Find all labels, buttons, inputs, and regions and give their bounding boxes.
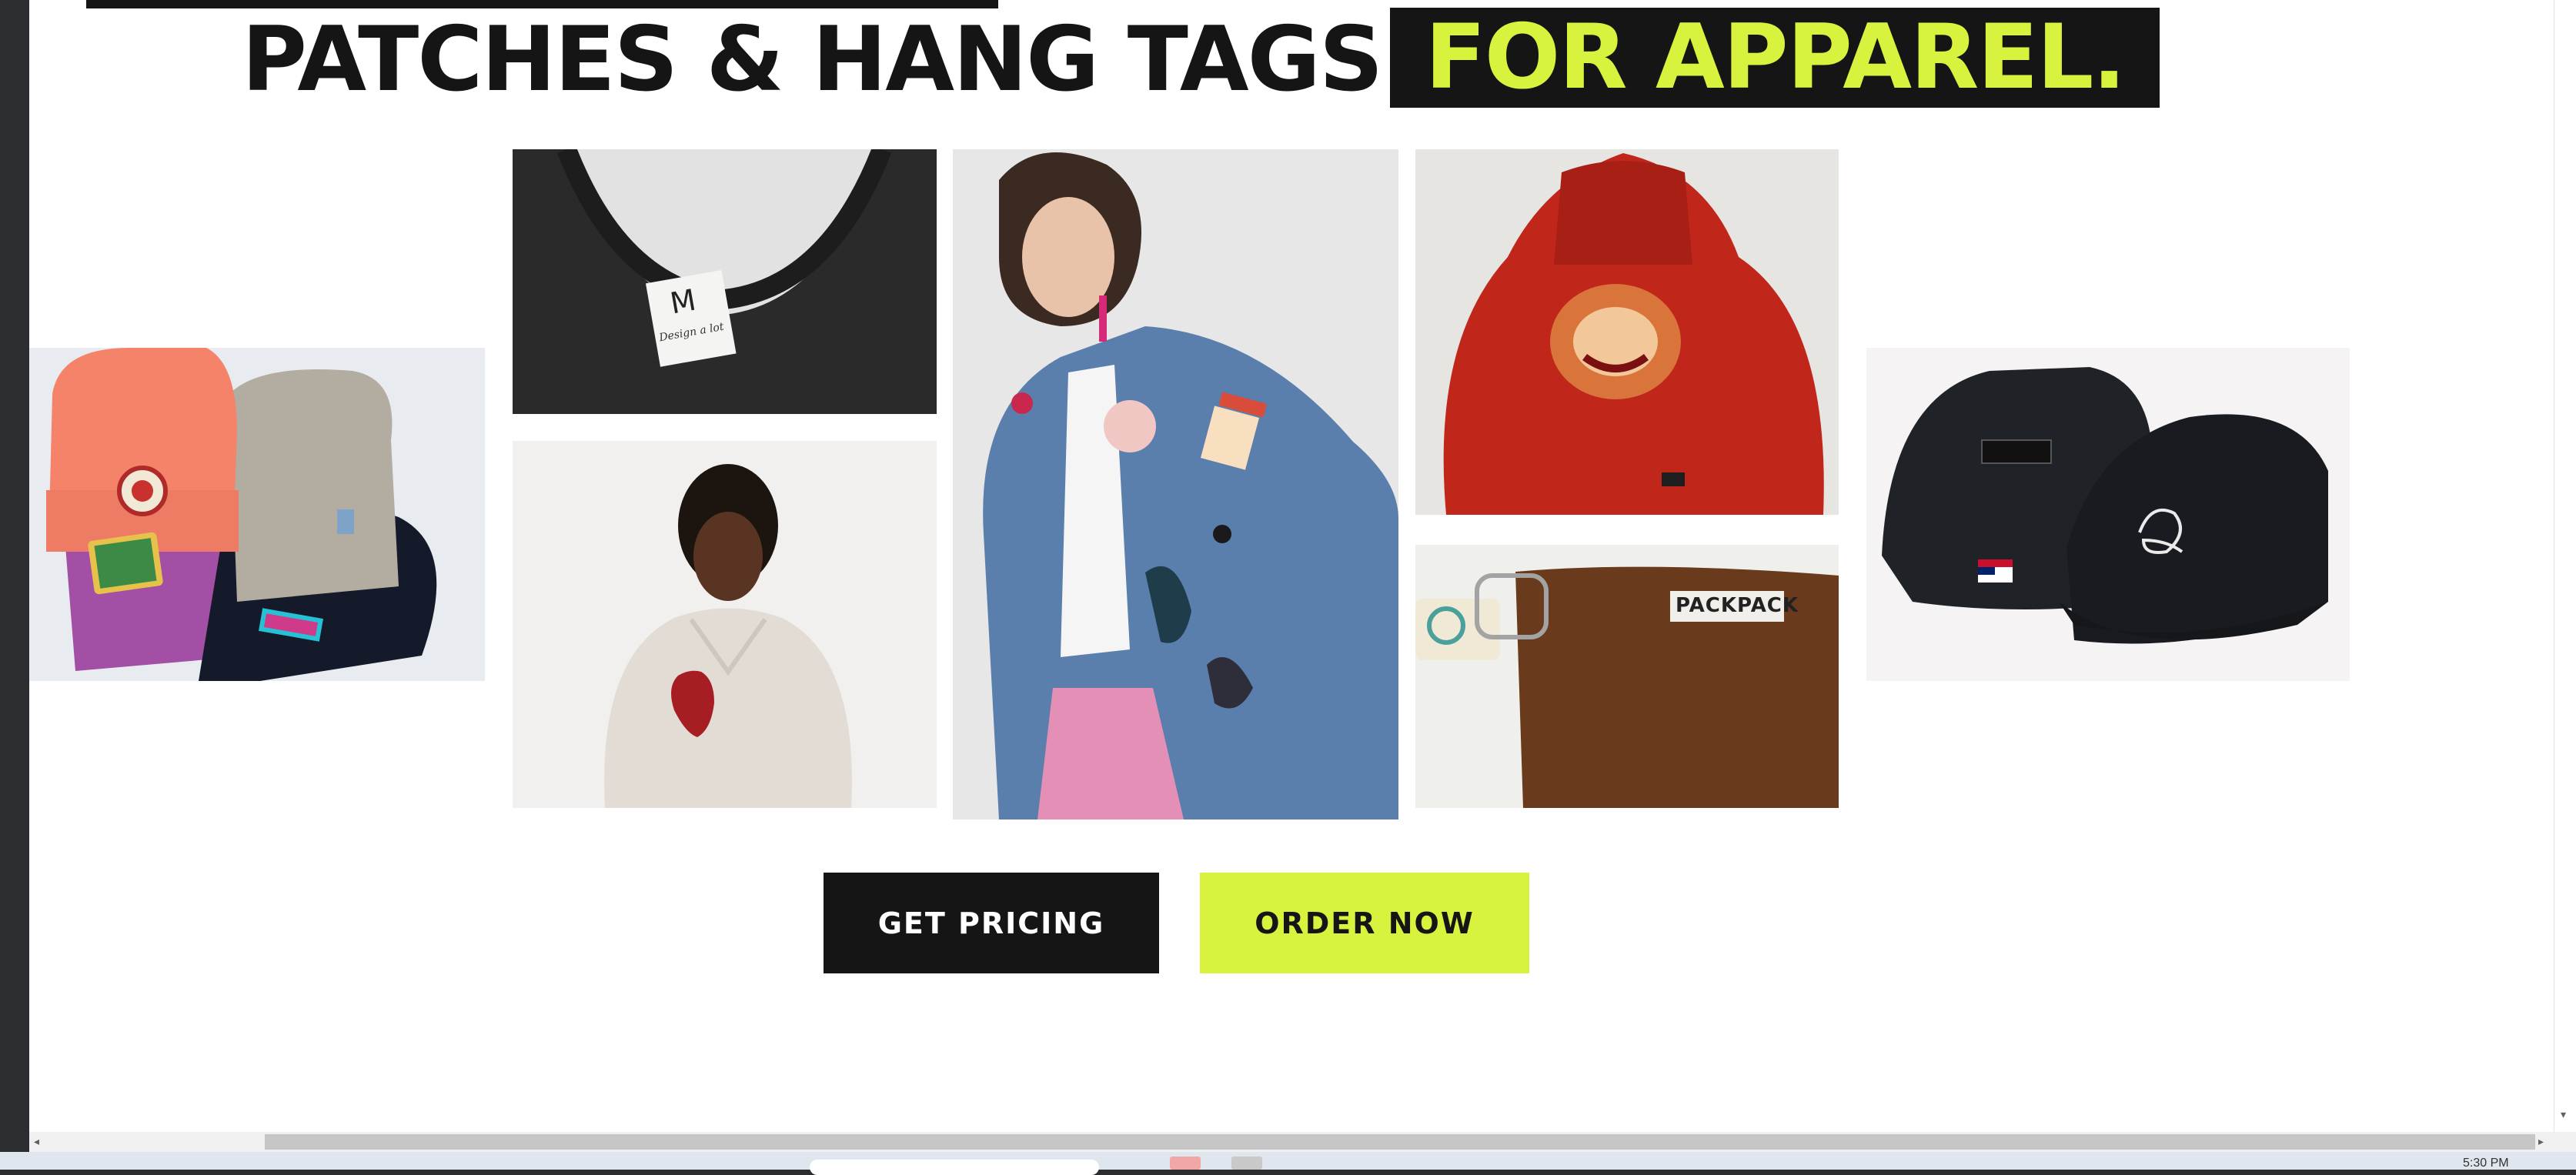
taskbar-app-icon-2[interactable] bbox=[1231, 1157, 1262, 1170]
scroll-left-arrow-icon[interactable]: ◂ bbox=[34, 1135, 39, 1148]
bag-patch-text: PACKPACK bbox=[1676, 594, 1799, 617]
order-now-button[interactable]: ORDER NOW bbox=[1200, 873, 1529, 973]
taskbar-clock: 5:30 PM bbox=[2463, 1157, 2509, 1170]
web-page: PATCHES & HANG TAGS FOR APPAREL. M Desig… bbox=[29, 0, 2554, 1132]
headline-accent-text: FOR APPAREL. bbox=[1390, 8, 2160, 108]
scroll-down-arrow-icon[interactable]: ▾ bbox=[2561, 1108, 2566, 1121]
horizontal-scrollbar[interactable]: ◂ ▸ bbox=[29, 1132, 2576, 1152]
taskbar-app-icon[interactable] bbox=[1170, 1157, 1201, 1170]
horizontal-scroll-thumb[interactable] bbox=[265, 1134, 2535, 1150]
headline: PATCHES & HANG TAGS FOR APPAREL. bbox=[29, 8, 2554, 108]
hoodie-front-photo bbox=[513, 441, 937, 808]
tshirt-label-photo: M Design a lot bbox=[513, 149, 937, 414]
get-pricing-button[interactable]: GET PRICING bbox=[824, 873, 1159, 973]
red-hoodie-tiger-photo bbox=[1415, 149, 1839, 515]
scroll-right-arrow-icon[interactable]: ▸ bbox=[2538, 1135, 2544, 1148]
trucker-caps-photo bbox=[1866, 348, 2350, 681]
taskbar-search-box[interactable] bbox=[810, 1160, 1099, 1175]
headline-main-text: PATCHES & HANG TAGS bbox=[242, 8, 1383, 112]
denim-jacket-photo bbox=[953, 149, 1398, 819]
taskbar: 5:30 PM bbox=[0, 1152, 2576, 1175]
vertical-scrollbar[interactable]: ▾ bbox=[2554, 0, 2576, 1132]
bag-patch-photo: PACKPACK bbox=[1415, 545, 1839, 808]
beanies-photo bbox=[29, 348, 485, 681]
